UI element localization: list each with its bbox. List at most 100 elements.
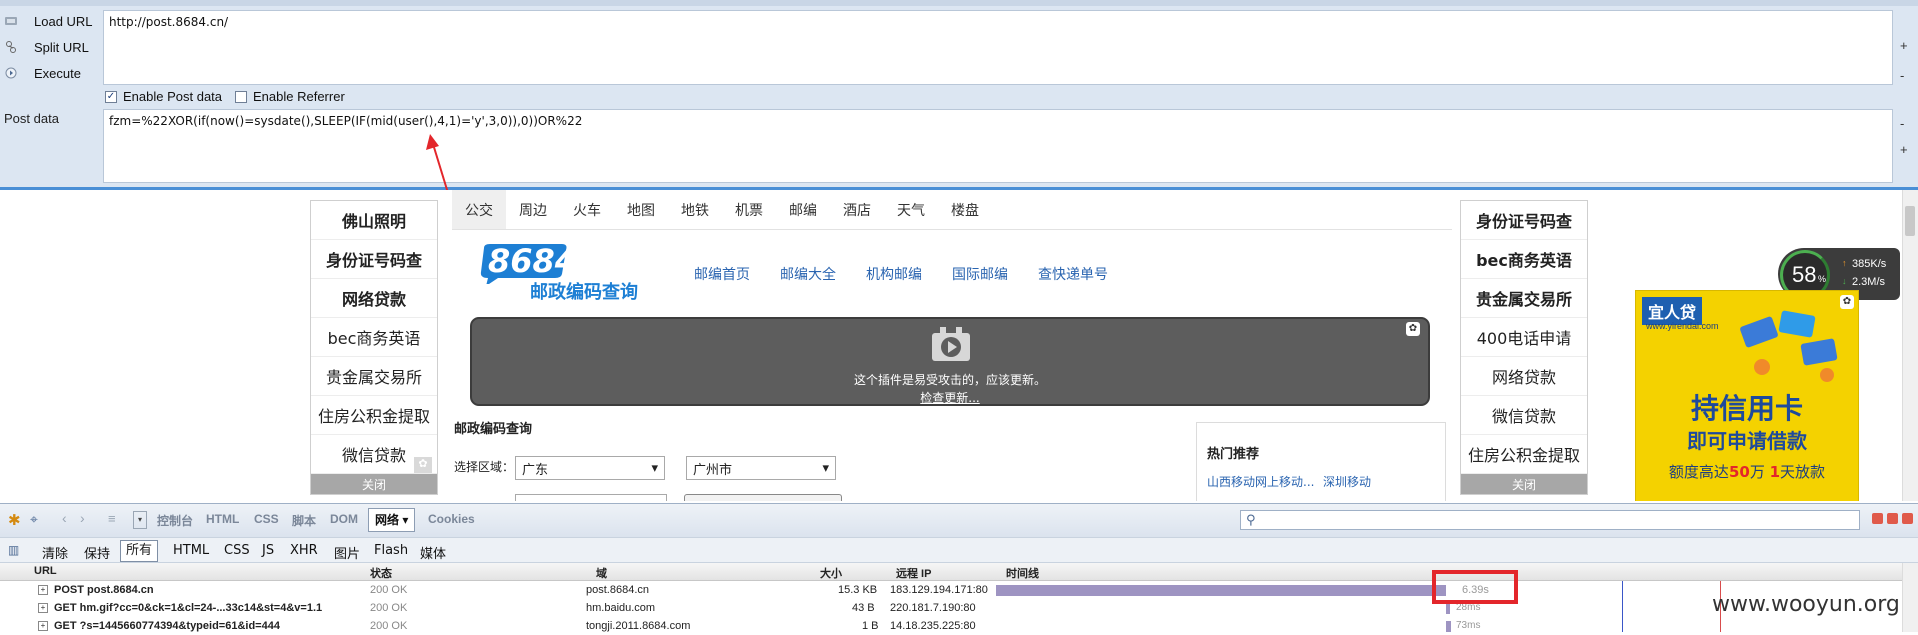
url-shrink-button[interactable]: -	[1900, 68, 1904, 83]
hot-link[interactable]: 山西移动网上移动...	[1207, 473, 1314, 490]
col-domain[interactable]: 域	[596, 565, 607, 581]
tab-css[interactable]: CSS	[254, 512, 279, 526]
split-url-button[interactable]: Split URL	[0, 36, 89, 58]
right-ad-close-button[interactable]: 关闭	[1461, 474, 1587, 494]
top-link[interactable]: 邮编首页	[694, 264, 750, 284]
filter-images-button[interactable]: 图片	[334, 543, 360, 562]
right-ad-item[interactable]: 住房公积金提取	[1461, 435, 1587, 474]
minimize-icon[interactable]	[1872, 513, 1883, 524]
nav-item[interactable]: 火车	[560, 190, 614, 229]
nav-item[interactable]: 地铁	[668, 190, 722, 229]
post-data-label: Post data	[4, 111, 59, 126]
checked-icon: ✓	[105, 90, 117, 103]
top-link[interactable]: 国际邮编	[952, 264, 1008, 284]
net-scrollbar[interactable]	[1902, 563, 1918, 632]
tab-cookies[interactable]: Cookies	[428, 512, 475, 526]
firebug-icon[interactable]: ✱	[8, 511, 21, 529]
menu-icon[interactable]: ≡	[108, 511, 116, 526]
nav-item[interactable]: 公交	[452, 190, 506, 229]
expand-icon[interactable]: +	[38, 603, 48, 613]
nav-item[interactable]: 酒店	[830, 190, 884, 229]
nav-item[interactable]: 地图	[614, 190, 668, 229]
top-link[interactable]: 查快递单号	[1038, 264, 1108, 284]
expand-icon[interactable]: +	[38, 585, 48, 595]
right-ad-item[interactable]: 400电话申请	[1461, 318, 1587, 357]
post-expand-button[interactable]: +	[1900, 142, 1908, 157]
download-speed: 2.3M/s	[1852, 276, 1886, 288]
nav-item[interactable]: 机票	[722, 190, 776, 229]
right-ad-item[interactable]: bec商务英语	[1461, 240, 1587, 279]
filter-flash-button[interactable]: Flash	[374, 543, 408, 558]
left-ad-item[interactable]: 住房公积金提取	[311, 396, 437, 435]
hot-link[interactable]: 深圳移动	[1323, 473, 1371, 490]
col-timeline[interactable]: 时间线	[1006, 565, 1039, 581]
execute-button[interactable]: Execute	[0, 62, 81, 84]
persist-button[interactable]: 保持	[84, 543, 110, 562]
forward-arrow-icon[interactable]: ›	[80, 510, 85, 526]
filter-html-button[interactable]: HTML	[173, 543, 209, 558]
back-arrow-icon[interactable]: ‹	[62, 510, 67, 526]
post-shrink-button[interactable]: -	[1900, 116, 1904, 131]
close-icon[interactable]	[1902, 513, 1913, 524]
query-button[interactable]	[684, 494, 842, 501]
expand-icon[interactable]: +	[38, 621, 48, 631]
nav-item[interactable]: 楼盘	[938, 190, 992, 229]
tab-html[interactable]: HTML	[206, 512, 239, 526]
col-remote-ip[interactable]: 远程 IP	[896, 565, 931, 581]
right-ad-item[interactable]: 网络贷款	[1461, 357, 1587, 396]
scrollbar-thumb[interactable]	[1905, 206, 1915, 236]
chevron-down-icon[interactable]: ▾	[133, 511, 147, 529]
url-expand-button[interactable]: +	[1900, 38, 1908, 53]
post-data-textarea[interactable]: fzm=%22XOR(if(now()=sysdate(),SLEEP(IF(m…	[103, 109, 1893, 183]
tab-script[interactable]: 脚本	[292, 512, 316, 529]
page-scrollbar[interactable]	[1902, 190, 1918, 501]
left-ad-item[interactable]: bec商务英语	[311, 318, 437, 357]
district-select[interactable]	[515, 494, 667, 501]
clear-button[interactable]: 清除	[42, 543, 68, 562]
left-ad-item[interactable]: 网络贷款	[311, 279, 437, 318]
filter-media-button[interactable]: 媒体	[420, 543, 446, 562]
filter-xhr-button[interactable]: XHR	[290, 543, 318, 558]
filter-css-button[interactable]: CSS	[224, 543, 250, 558]
left-ad-close-button[interactable]: 关闭	[311, 474, 437, 494]
banner-amount: 50	[1728, 463, 1750, 481]
yirendai-banner[interactable]: 宜人贷 www.yirendai.com 持信用卡 即可申请借款 额度高达50万…	[1635, 290, 1859, 501]
inspect-icon[interactable]: ⌖	[30, 511, 38, 528]
left-ad-item[interactable]: 佛山照明	[311, 201, 437, 240]
plugin-update-link[interactable]: 检查更新...	[472, 389, 1428, 406]
province-select[interactable]: 广东 ▾	[515, 456, 665, 480]
right-ad-item[interactable]: 身份证号码查	[1461, 201, 1587, 240]
tab-dom[interactable]: DOM	[330, 512, 358, 526]
load-url-button[interactable]: Load URL	[0, 10, 93, 32]
top-link[interactable]: 机构邮编	[866, 264, 922, 284]
col-status[interactable]: 状态	[370, 565, 392, 581]
col-url[interactable]: URL	[34, 565, 57, 577]
nav-item[interactable]: 邮编	[776, 190, 830, 229]
table-row[interactable]: + POST post.8684.cn 200 OK post.8684.cn …	[0, 581, 1918, 599]
row-status: 200 OK	[370, 620, 408, 632]
net-search-input[interactable]: ⚲	[1240, 510, 1860, 530]
left-ad-item[interactable]: 身份证号码查	[311, 240, 437, 279]
col-size[interactable]: 大小	[820, 565, 842, 581]
enable-post-checkbox[interactable]: ✓ Enable Post data	[105, 89, 222, 104]
city-select[interactable]: 广州市 ▾	[686, 456, 836, 480]
right-ad-item[interactable]: 贵金属交易所	[1461, 279, 1587, 318]
blocked-plugin-box[interactable]: 这个插件是易受攻击的，应该更新。 检查更新... ✿	[470, 317, 1430, 406]
nav-item[interactable]: 周边	[506, 190, 560, 229]
tab-net-active[interactable]: 网络 ▾	[368, 508, 416, 532]
enable-referrer-label: Enable Referrer	[253, 89, 345, 104]
filter-js-button[interactable]: JS	[262, 543, 274, 558]
enable-referrer-checkbox[interactable]: Enable Referrer	[235, 89, 345, 104]
filter-all-button[interactable]: 所有	[120, 540, 159, 562]
left-ad-item[interactable]: 贵金属交易所	[311, 357, 437, 396]
hot-recommend-box: 热门推荐 山西移动网上移动... 深圳移动	[1196, 422, 1446, 501]
detach-icon[interactable]	[1887, 513, 1898, 524]
table-row[interactable]: + GET ?s=1445660774394&typeid=61&id=444 …	[0, 617, 1918, 635]
right-ad-item[interactable]: 微信贷款	[1461, 396, 1587, 435]
panel-toggle-icon[interactable]: ▥	[8, 543, 19, 557]
nav-item[interactable]: 天气	[884, 190, 938, 229]
tab-console[interactable]: 控制台	[157, 512, 193, 529]
top-link[interactable]: 邮编大全	[780, 264, 836, 284]
url-textarea[interactable]: http://post.8684.cn/	[103, 10, 1893, 85]
table-row[interactable]: + GET hm.gif?cc=0&ck=1&cl=24-...33c14&st…	[0, 599, 1918, 617]
